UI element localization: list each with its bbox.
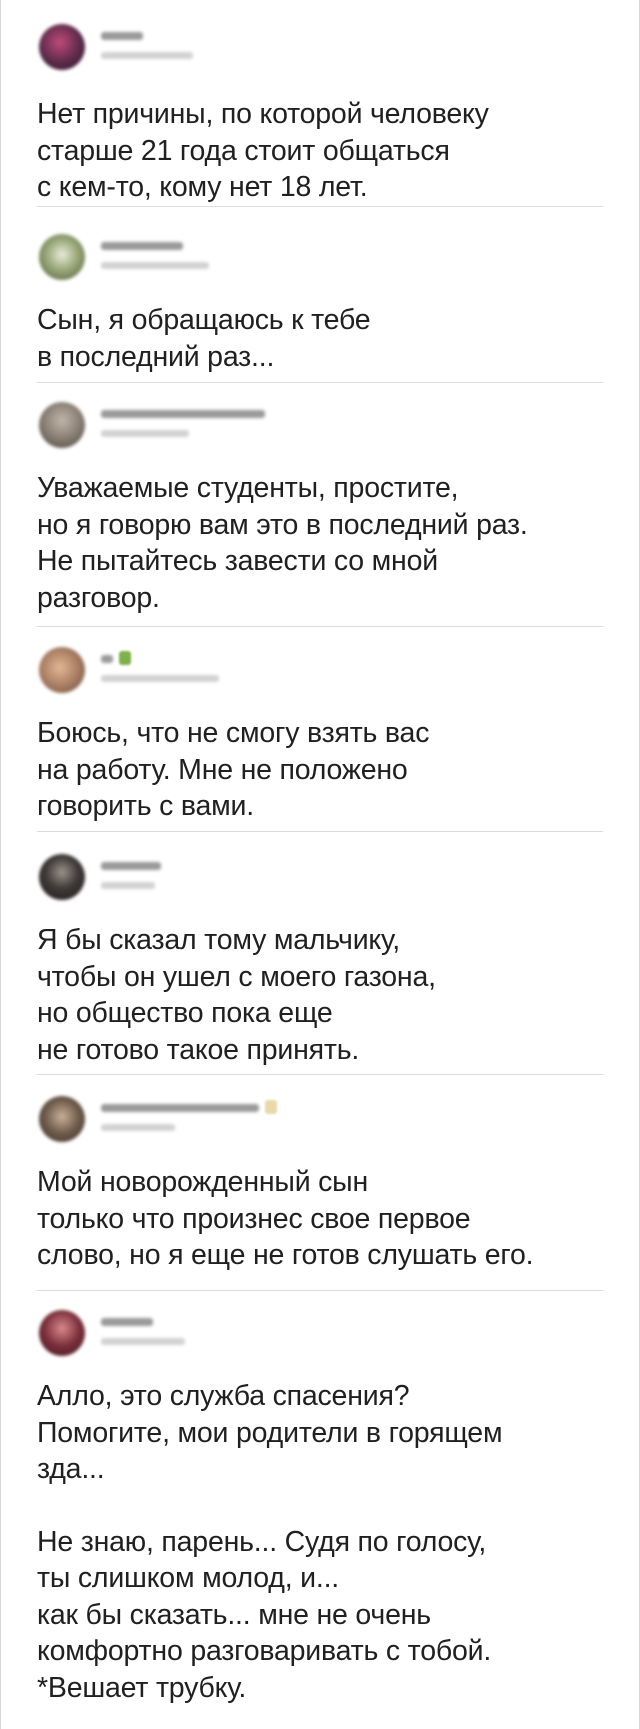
reply-text: Не знаю, парень... Судя по голосу, ты сл… xyxy=(37,1525,492,1704)
divider xyxy=(37,831,603,832)
avatar[interactable] xyxy=(39,402,85,448)
tweet-header xyxy=(37,1308,603,1358)
plant-emoji-icon xyxy=(119,651,131,665)
tweet-header xyxy=(37,400,603,450)
tweet-card: Я бы сказал тому мальчику, чтобы он ушел… xyxy=(37,852,603,1068)
tweet-header xyxy=(37,852,603,902)
author-name-blurred xyxy=(101,32,143,40)
author-handle-blurred xyxy=(101,430,189,437)
tweet-header xyxy=(37,22,603,72)
divider xyxy=(37,1074,603,1075)
author-name-blurred xyxy=(101,862,161,870)
tweet-text: Алло, это служба спасения? Помогите, мои… xyxy=(37,1380,503,1485)
author-name-blurred xyxy=(101,410,265,418)
author-handle-blurred xyxy=(101,1338,185,1345)
tweet-text: Я бы сказал тому мальчику, чтобы он ушел… xyxy=(37,924,436,1066)
tweet-text: Боюсь, что не смогу взять вас на работу.… xyxy=(37,717,430,822)
tweet-card: Боюсь, что не смогу взять вас на работу.… xyxy=(37,645,603,825)
avatar[interactable] xyxy=(39,1310,85,1356)
meme-page: Нет причины, по которой человеку старше … xyxy=(0,0,640,1729)
tweet-header xyxy=(37,1094,603,1144)
tweet-text: Уважаемые студенты, простите, но я говор… xyxy=(37,472,528,614)
verified-badge-icon xyxy=(265,1100,277,1114)
avatar[interactable] xyxy=(39,1096,85,1142)
tweet-card: Уважаемые студенты, простите, но я говор… xyxy=(37,400,603,616)
divider xyxy=(37,206,603,207)
tweet-card: Алло, это служба спасения? Помогите, мои… xyxy=(37,1308,603,1706)
tweet-card: Нет причины, по которой человеку старше … xyxy=(37,22,603,206)
tweet-card: Мой новорожденный сын только что произне… xyxy=(37,1094,603,1274)
author-handle-blurred xyxy=(101,675,219,682)
tweet-card: Сын, я обращаюсь к тебе в последний раз.… xyxy=(37,232,603,375)
tweet-text: Мой новорожденный сын только что произне… xyxy=(37,1166,534,1271)
avatar[interactable] xyxy=(39,24,85,70)
author-handle-blurred xyxy=(101,882,155,889)
author-handle-blurred xyxy=(101,1124,175,1131)
tweet-header xyxy=(37,645,603,695)
tweet-header xyxy=(37,232,603,282)
divider xyxy=(37,626,603,627)
author-name-blurred xyxy=(101,1318,153,1326)
divider xyxy=(37,1290,603,1291)
author-handle-blurred xyxy=(101,52,193,59)
author-name-blurred xyxy=(101,655,113,663)
author-handle-blurred xyxy=(101,262,209,269)
avatar[interactable] xyxy=(39,854,85,900)
divider xyxy=(37,382,603,383)
tweet-text: Сын, я обращаюсь к тебе в последний раз.… xyxy=(37,304,371,373)
author-name-blurred xyxy=(101,1104,259,1112)
avatar[interactable] xyxy=(39,647,85,693)
avatar[interactable] xyxy=(39,234,85,280)
author-name-blurred xyxy=(101,242,183,250)
tweet-text: Нет причины, по которой человеку старше … xyxy=(37,98,489,203)
